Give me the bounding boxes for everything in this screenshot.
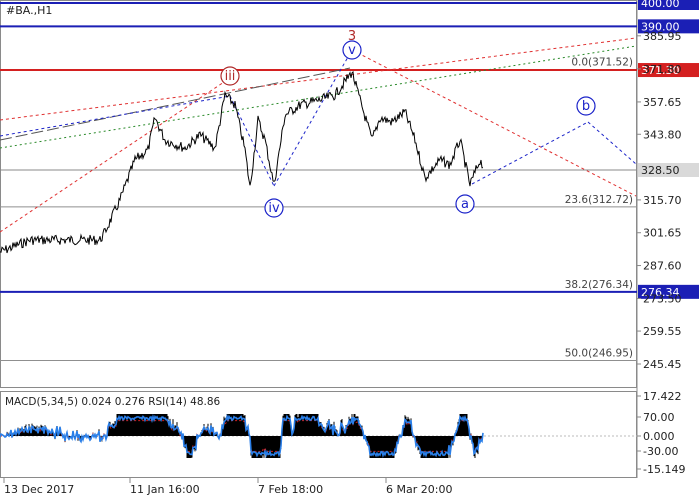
price-tick-label: 371.80	[643, 63, 682, 76]
price-tick-label: 287.60	[643, 260, 682, 273]
green-channel-line	[0, 45, 637, 149]
price-tick-label: 273.50	[643, 292, 682, 305]
indicator-tick-label: 70.00	[643, 411, 675, 424]
indicator-tick-label: -30.00	[643, 445, 678, 458]
time-tick-label: 13 Dec 2017	[4, 483, 74, 496]
indicator-tick-label: -15.149	[643, 463, 685, 476]
price-tick-label: 357.65	[643, 96, 682, 109]
fib-level-label: 38.2(276.34)	[565, 279, 633, 291]
symbol-title: #BA.,H1	[6, 4, 52, 17]
impulse-trend-line	[0, 77, 231, 233]
wave-label-text: a	[461, 197, 469, 212]
price-tick-label: 315.70	[643, 194, 682, 207]
price-line	[0, 70, 484, 254]
indicator-title: MACD(5,34,5) 0.024 0.276 RSI(14) 48.86	[5, 396, 221, 408]
fib-level-label: 0.0(371.52)	[571, 57, 633, 69]
dashed-channel-line	[0, 67, 351, 141]
time-tick-label: 7 Feb 18:00	[258, 483, 323, 496]
time-axis: 13 Dec 2017 11 Jan 16:00 7 Feb 18:00 6 Mar …	[3, 478, 452, 496]
indicator-tick-label: 0.000	[643, 430, 675, 443]
price-tick-label: 259.55	[643, 325, 682, 338]
price-series	[0, 70, 484, 254]
level-price-label: 400.00	[641, 0, 680, 10]
price-tick-label: 343.80	[643, 128, 682, 141]
main-pane-frame	[0, 0, 637, 388]
wave-label-text: v	[348, 43, 356, 58]
price-chart[interactable]: 400.00390.00371.30328.50276.340.0(371.52…	[0, 0, 700, 500]
price-tick-label: 301.65	[643, 227, 682, 240]
fib-level-label: 50.0(246.95)	[565, 347, 633, 359]
wave-label-text: iii	[225, 69, 236, 84]
price-tick-label: 385.95	[643, 30, 682, 43]
time-tick-label: 11 Jan 16:00	[130, 483, 200, 496]
wave-label-text: b	[582, 99, 590, 114]
indicator-tick-label: 17.422	[643, 390, 682, 403]
time-tick-label: 6 Mar 20:00	[386, 483, 452, 496]
fib-level-label: 23.6(312.72)	[565, 194, 633, 206]
level-price-label: 328.50	[641, 164, 680, 177]
price-scale: 385.95 371.80 357.65 343.80 315.70 301.65 287.…	[637, 30, 682, 371]
trend-lines	[0, 37, 637, 233]
wave-b-down-line	[587, 121, 637, 165]
wave-b-line	[471, 121, 589, 185]
wave-label-text: iv	[268, 201, 280, 216]
red-channel-line	[0, 37, 637, 121]
price-tick-label: 245.45	[643, 358, 682, 371]
downtrend-line	[351, 49, 637, 197]
